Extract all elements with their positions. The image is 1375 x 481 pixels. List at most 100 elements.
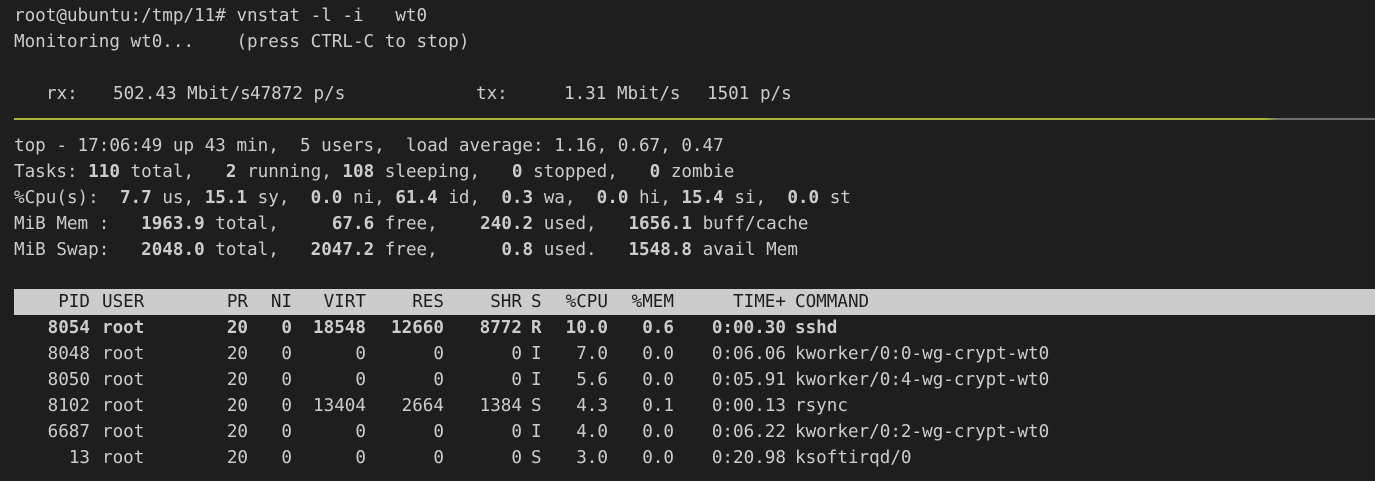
- cell-pid: 8050: [47, 370, 90, 390]
- cell-virt: 13404: [313, 396, 366, 416]
- cell-res: 0: [433, 344, 444, 364]
- cell-shr: 0: [511, 448, 522, 468]
- col-cpu[interactable]: %CPU: [550, 289, 608, 315]
- cell-s: S: [531, 396, 542, 416]
- cell-command: rsync: [795, 396, 848, 416]
- col-virt[interactable]: VIRT: [304, 289, 366, 315]
- rx-packets: 47872 p/s: [250, 84, 346, 104]
- table-row[interactable]: 8102 root 20 0 13404 2664 1384 S 4.3 0.1 0:00.13 rs…: [14, 393, 1375, 419]
- cell-pr: 20: [226, 370, 248, 390]
- cell-virt: 0: [355, 448, 366, 468]
- cell-ni: 0: [281, 318, 292, 338]
- cell-cpu: 7.0: [576, 344, 608, 364]
- mem-line: MiB Mem : 1963.9 total, 67.6 free, 240.2…: [14, 214, 809, 234]
- cell-pid: 8102: [47, 396, 90, 416]
- cpu-line: %Cpu(s): 7.7 us, 15.1 sy, 0.0 ni, 61.4 i…: [14, 188, 851, 208]
- top-summary: top - 17:06:49 up 43 min, 5 users, load …: [14, 136, 724, 156]
- cell-res: 0: [433, 422, 444, 442]
- col-s[interactable]: S: [531, 289, 542, 315]
- shell-command: vnstat -l -i wt0: [236, 6, 428, 26]
- cell-time: 0:05.91: [711, 370, 786, 390]
- cell-cpu: 4.0: [576, 422, 608, 442]
- cell-pr: 20: [226, 318, 248, 338]
- tasks-line: Tasks: 110 total, 2 running, 108 sleepin…: [14, 162, 735, 182]
- tx-label: tx:: [476, 84, 508, 104]
- col-pid[interactable]: PID: [14, 289, 90, 315]
- table-row[interactable]: 13 root 20 0 0 0 0 S 3.0 0.0 0:20.98 ksoftirqd/0: [14, 445, 1375, 471]
- cell-ni: 0: [281, 370, 292, 390]
- cell-mem: 0.0: [642, 370, 674, 390]
- col-ni[interactable]: NI: [254, 289, 292, 315]
- cell-res: 0: [433, 370, 444, 390]
- table-row[interactable]: 8048 root 20 0 0 0 0 I 7.0 0.0 0:06.06 kworker/0:0-…: [14, 341, 1375, 367]
- col-shr[interactable]: SHR: [454, 289, 522, 315]
- cell-s: R: [531, 318, 542, 338]
- cell-s: S: [531, 448, 542, 468]
- swap-line: MiB Swap: 2048.0 total, 2047.2 free, 0.8…: [14, 240, 798, 260]
- cell-shr: 0: [511, 344, 522, 364]
- cell-command: sshd: [795, 318, 838, 338]
- col-mem[interactable]: %MEM: [616, 289, 674, 315]
- cell-user: root: [102, 448, 145, 468]
- cell-pr: 20: [226, 422, 248, 442]
- cell-ni: 0: [281, 448, 292, 468]
- col-command[interactable]: COMMAND: [795, 289, 869, 315]
- cell-time: 0:00.30: [711, 318, 786, 338]
- monitoring-status: Monitoring wt0... (press CTRL-C to stop): [14, 32, 470, 52]
- cell-user: root: [102, 370, 145, 390]
- cell-pr: 20: [226, 448, 248, 468]
- cell-shr: 0: [511, 422, 522, 442]
- cell-pid: 13: [68, 448, 90, 468]
- cell-user: root: [102, 318, 145, 338]
- cell-ni: 0: [281, 422, 292, 442]
- cell-shr: 1384: [479, 396, 522, 416]
- cell-mem: 0.6: [642, 318, 674, 338]
- cell-virt: 18548: [313, 318, 366, 338]
- cell-command: kworker/0:4-wg-crypt-wt0: [795, 370, 1050, 390]
- cell-cpu: 10.0: [565, 318, 608, 338]
- cell-ni: 0: [281, 396, 292, 416]
- cell-time: 0:00.13: [711, 396, 786, 416]
- cell-user: root: [102, 422, 145, 442]
- col-pr[interactable]: PR: [204, 289, 248, 315]
- cell-user: root: [102, 396, 145, 416]
- cell-pid: 8048: [47, 344, 90, 364]
- rx-rate: 502.43 Mbit/s: [113, 84, 251, 104]
- cell-mem: 0.0: [642, 448, 674, 468]
- tx-rate: 1.31 Mbit/s: [564, 84, 681, 104]
- cell-s: I: [531, 344, 542, 364]
- cell-pid: 8054: [47, 318, 90, 338]
- separator-line: [14, 118, 1375, 120]
- cell-mem: 0.0: [642, 422, 674, 442]
- process-table-header: PID USER PR NI VIRT RES SHR S %CPU %MEM …: [14, 289, 1375, 315]
- table-row[interactable]: 8054 root 20 0 18548 12660 8772 R 10.0 0.6 0:00.30…: [14, 315, 1375, 341]
- col-user[interactable]: USER: [102, 289, 144, 315]
- cell-command: kworker/0:2-wg-crypt-wt0: [795, 422, 1050, 442]
- cell-s: I: [531, 422, 542, 442]
- cell-mem: 0.1: [642, 396, 674, 416]
- col-time[interactable]: TIME+: [694, 289, 786, 315]
- cell-res: 12660: [391, 318, 444, 338]
- cell-time: 0:06.06: [711, 344, 786, 364]
- cell-res: 0: [433, 448, 444, 468]
- cell-mem: 0.0: [642, 344, 674, 364]
- cell-shr: 8772: [479, 318, 522, 338]
- cell-cpu: 3.0: [576, 448, 608, 468]
- cell-virt: 0: [355, 422, 366, 442]
- cell-shr: 0: [511, 370, 522, 390]
- cell-time: 0:06.22: [711, 422, 786, 442]
- cell-ni: 0: [281, 344, 292, 364]
- cell-user: root: [102, 344, 145, 364]
- cell-pr: 20: [226, 344, 248, 364]
- shell-prompt: root@ubuntu:/tmp/11#: [14, 6, 226, 26]
- cell-cpu: 5.6: [576, 370, 608, 390]
- terminal-window[interactable]: root@ubuntu:/tmp/11# vnstat -l -i wt0 Mo…: [0, 0, 1375, 481]
- cell-cpu: 4.3: [576, 396, 608, 416]
- command-prompt-line: root@ubuntu:/tmp/11# vnstat -l -i wt0: [14, 3, 427, 29]
- cell-command: ksoftirqd/0: [795, 448, 912, 468]
- col-res[interactable]: RES: [376, 289, 444, 315]
- table-row[interactable]: 8050 root 20 0 0 0 0 I 5.6 0.0 0:05.91 kworker/0:4-…: [14, 367, 1375, 393]
- cell-virt: 0: [355, 344, 366, 364]
- table-row[interactable]: 6687 root 20 0 0 0 0 I 4.0 0.0 0:06.22 kworker/0:2-…: [14, 419, 1375, 445]
- cell-pr: 20: [226, 396, 248, 416]
